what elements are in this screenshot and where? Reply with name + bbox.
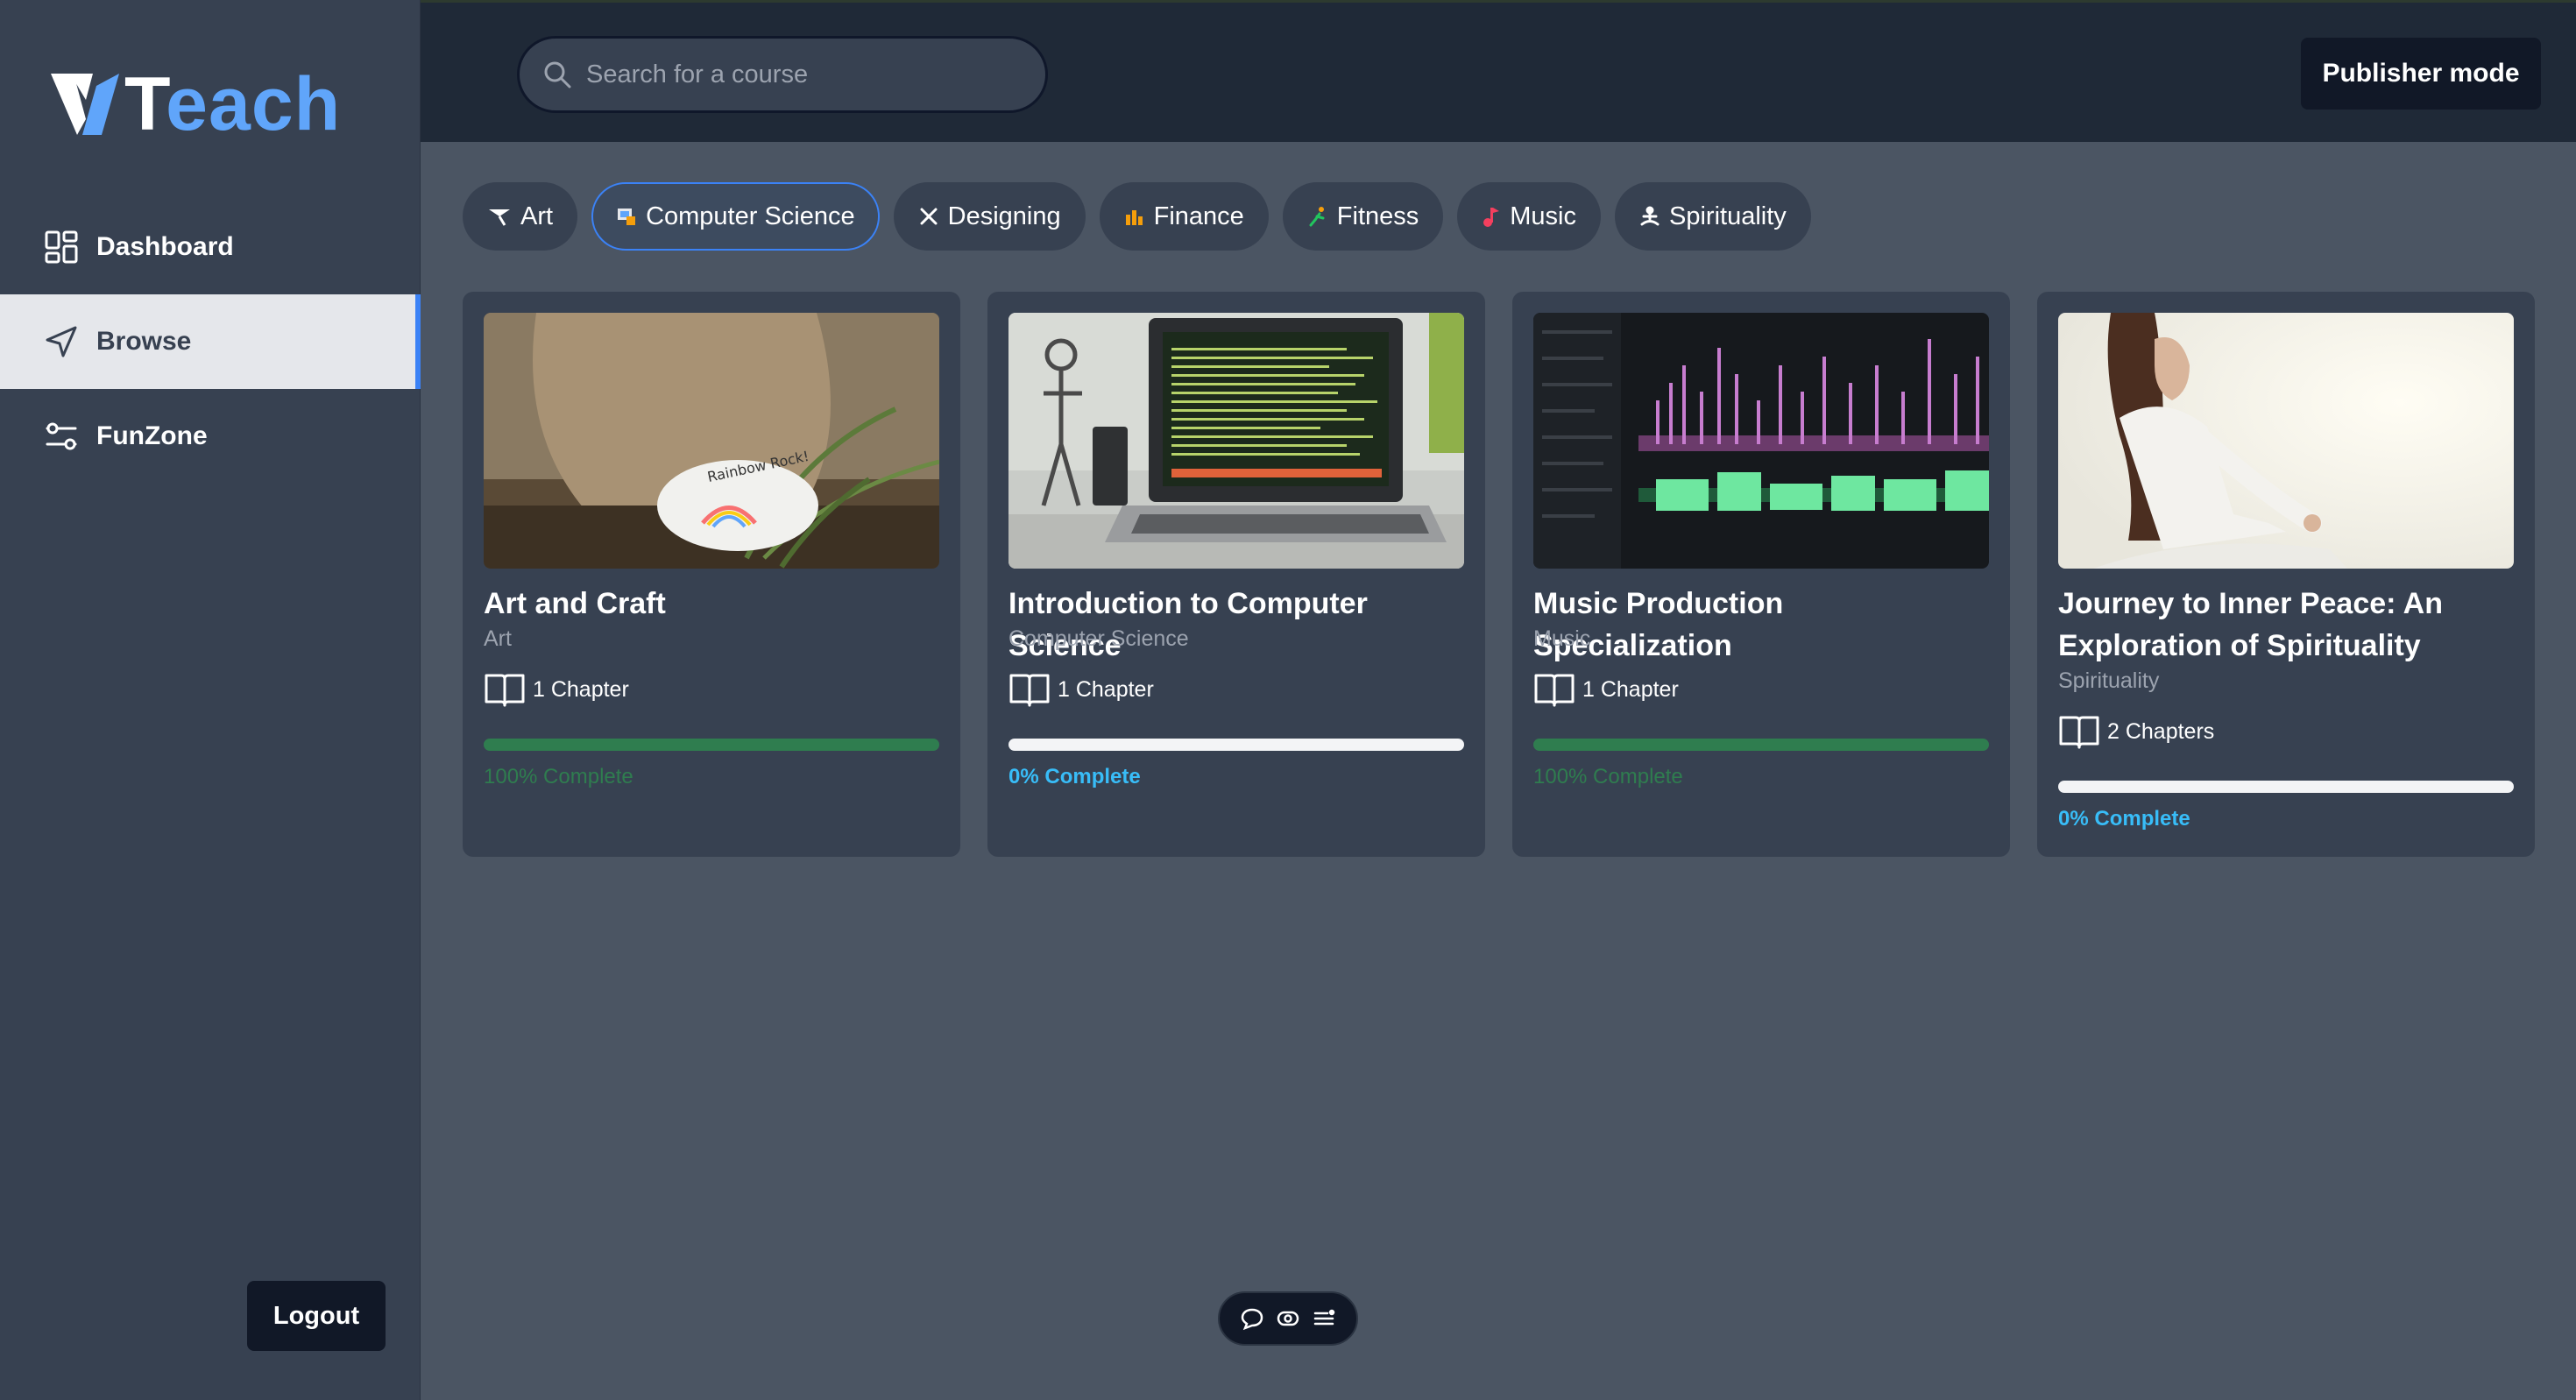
sidebar-item-browse[interactable]: Browse — [0, 294, 421, 389]
logout-button[interactable]: Logout — [247, 1281, 386, 1351]
course-thumbnail — [1533, 313, 1989, 569]
course-card-inner-peace[interactable]: Journey to Inner Peace: An Exploration o… — [2037, 292, 2535, 857]
course-card-intro-computer-science[interactable]: Introduction to Computer Science Compute… — [987, 292, 1485, 857]
course-title: Music Production Specialization — [1533, 587, 1784, 662]
chip-label: Finance — [1153, 202, 1244, 230]
course-card-art-and-craft[interactable]: Rainbow Rock! Art and Craft Art 1 Chapte… — [463, 292, 960, 857]
chip-label: Art — [520, 202, 554, 230]
course-category: Computer Science — [1008, 626, 1189, 651]
book-icon — [2059, 716, 2099, 749]
course-chapters: 1 Chapter — [1008, 670, 1154, 709]
sidebar-item-dashboard[interactable]: Dashboard — [0, 200, 421, 294]
sidebar-item-funzone[interactable]: FunZone — [0, 389, 421, 484]
category-filters: Art Computer Science Designing Finance F… — [463, 182, 1811, 251]
course-thumbnail: Rainbow Rock! — [484, 313, 939, 569]
chip-label: Computer Science — [646, 202, 855, 230]
logo-mark-icon — [51, 74, 119, 135]
progress-fill — [1533, 739, 1989, 751]
sidebar-item-label: FunZone — [96, 421, 208, 450]
progress-bar — [2058, 781, 2514, 793]
publisher-mode-button[interactable]: Publisher mode — [2301, 38, 2541, 110]
compass-icon — [44, 324, 79, 359]
course-title: Journey to Inner Peace: An Exploration o… — [2058, 587, 2443, 662]
chapters-label: 1 Chapter — [1582, 676, 1679, 702]
progress-label: 0% Complete — [2058, 807, 2190, 831]
course-chapters: 1 Chapter — [1533, 670, 1679, 709]
sidebar-nav: Dashboard Browse FunZone — [0, 200, 421, 484]
chip-label: Designing — [947, 202, 1061, 230]
top-bar: Publisher mode — [421, 0, 2576, 142]
course-category: Spirituality — [2058, 668, 2160, 693]
floating-toolbar — [1218, 1291, 1358, 1346]
tools-icon — [918, 206, 939, 227]
chapters-label: 2 Chapters — [2107, 718, 2215, 744]
category-chip-spirituality[interactable]: Spirituality — [1615, 182, 1811, 251]
chip-label: Spirituality — [1669, 202, 1787, 230]
search-input[interactable] — [586, 60, 1007, 89]
menu-list-icon[interactable] — [1311, 1305, 1337, 1332]
book-icon — [1009, 674, 1050, 707]
course-category: Art — [484, 626, 512, 651]
chart-icon — [1124, 206, 1145, 227]
progress-label: 100% Complete — [484, 765, 633, 788]
course-card-music-production[interactable]: Music Production Specialization Music 1 … — [1512, 292, 2010, 857]
course-thumbnail — [1008, 313, 1464, 569]
progress-fill — [484, 739, 939, 751]
dashboard-icon — [44, 230, 79, 265]
chip-label: Fitness — [1336, 202, 1419, 230]
course-thumbnail — [2058, 313, 2514, 569]
progress-label: 0% Complete — [1008, 765, 1141, 788]
progress-label: 100% Complete — [1533, 765, 1683, 788]
sidebar-item-label: Dashboard — [96, 232, 234, 261]
course-title: Introduction to Computer Science — [1008, 587, 1368, 662]
course-chapters: 2 Chapters — [2058, 712, 2214, 751]
search-bar[interactable] — [517, 36, 1048, 113]
eye-icon[interactable] — [1275, 1305, 1301, 1332]
book-icon — [485, 674, 525, 707]
meditation-icon — [1639, 206, 1660, 227]
progress-bar — [1008, 739, 1464, 751]
sidebar-item-label: Browse — [96, 327, 192, 356]
category-chip-fitness[interactable]: Fitness — [1282, 182, 1444, 251]
course-category: Music — [1533, 626, 1591, 651]
comment-icon[interactable] — [1239, 1305, 1265, 1332]
sliders-icon — [44, 419, 79, 454]
category-chip-music[interactable]: Music — [1457, 182, 1601, 251]
book-icon — [1534, 674, 1575, 707]
sidebar: Teach Dashboard Browse FunZone Logout — [0, 0, 421, 1400]
category-chip-computer-science[interactable]: Computer Science — [591, 182, 880, 251]
logo-text: Teach — [124, 62, 342, 146]
chapters-label: 1 Chapter — [1058, 676, 1154, 702]
category-chip-finance[interactable]: Finance — [1099, 182, 1269, 251]
course-title: Art and Craft — [484, 587, 666, 620]
course-chapters: 1 Chapter — [484, 670, 629, 709]
progress-bar — [484, 739, 939, 751]
computer-icon — [616, 206, 637, 227]
runner-icon — [1307, 206, 1328, 227]
category-chip-designing[interactable]: Designing — [893, 182, 1086, 251]
chip-label: Music — [1510, 202, 1576, 230]
brush-icon — [487, 206, 512, 227]
logo[interactable]: Teach — [51, 65, 341, 144]
search-icon — [544, 61, 571, 88]
progress-bar — [1533, 739, 1989, 751]
chapters-label: 1 Chapter — [533, 676, 629, 702]
music-note-icon — [1482, 206, 1501, 227]
category-chip-art[interactable]: Art — [463, 182, 578, 251]
